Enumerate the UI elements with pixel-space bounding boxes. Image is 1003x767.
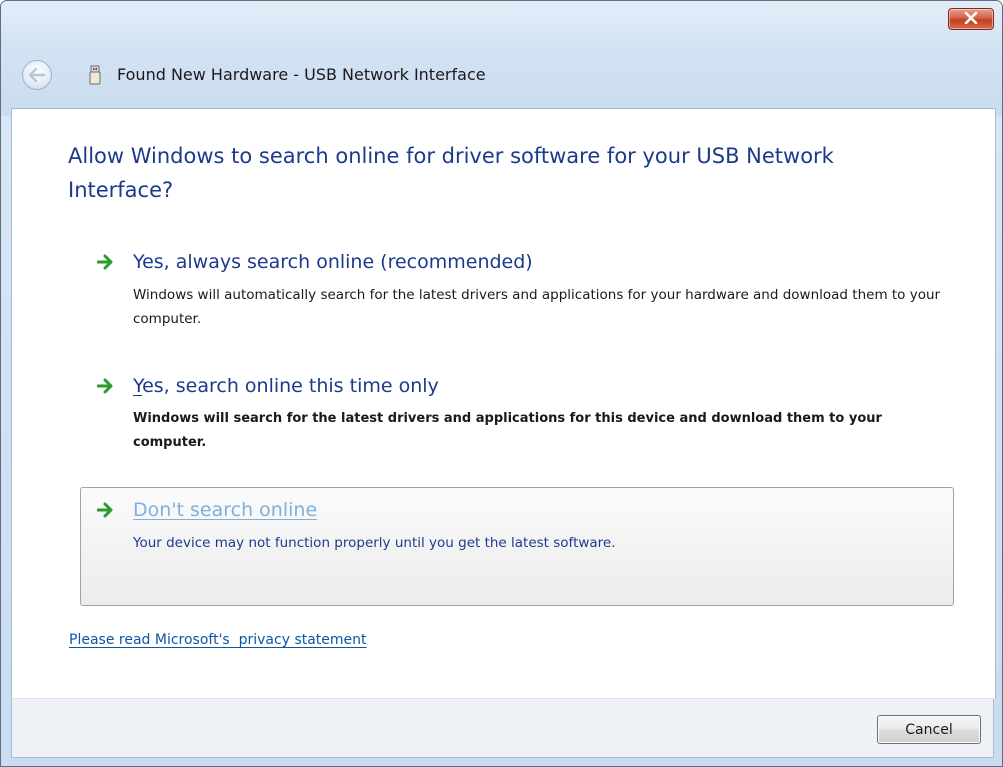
green-arrow-icon — [97, 502, 113, 518]
green-arrow-icon — [97, 254, 113, 270]
close-icon — [964, 12, 978, 24]
back-arrow-icon — [29, 68, 45, 82]
privacy-statement-link[interactable]: Please read Microsoft's privacy statemen… — [69, 632, 367, 648]
window-title: Found New Hardware - USB Network Interfa… — [117, 65, 486, 84]
option-title: Don't search online — [133, 499, 317, 521]
option-description: Windows will automatically search for th… — [133, 287, 941, 327]
green-arrow-icon — [97, 378, 113, 394]
close-button[interactable] — [948, 8, 994, 30]
option-description: Your device may not function properly un… — [133, 535, 616, 551]
option-always-search-online[interactable]: Yes, always search online (recommended) … — [80, 239, 954, 358]
option-title-rest: es, search online this time only — [142, 375, 439, 397]
option-title: Yes, always search online (recommended) — [133, 251, 533, 273]
option-description: Windows will search for the latest drive… — [133, 411, 882, 450]
mnemonic-letter: D — [133, 499, 148, 521]
title-bar — [1, 1, 1002, 116]
cancel-button[interactable]: Cancel — [877, 715, 981, 744]
option-dont-search-online[interactable]: Don't search online Your device may not … — [80, 487, 954, 606]
option-title-rest: on't search online — [147, 499, 318, 521]
dialog-window: Found New Hardware - USB Network Interfa… — [0, 0, 1003, 767]
usb-device-icon — [89, 65, 101, 85]
mnemonic-letter: Y — [133, 375, 143, 397]
button-bar — [11, 698, 994, 758]
main-instruction: Allow Windows to search online for drive… — [68, 144, 834, 202]
option-title: Yes, search online this time only — [133, 375, 439, 397]
back-button[interactable] — [22, 60, 52, 90]
option-search-this-time-only[interactable]: Yes, search online this time only Window… — [80, 363, 954, 482]
